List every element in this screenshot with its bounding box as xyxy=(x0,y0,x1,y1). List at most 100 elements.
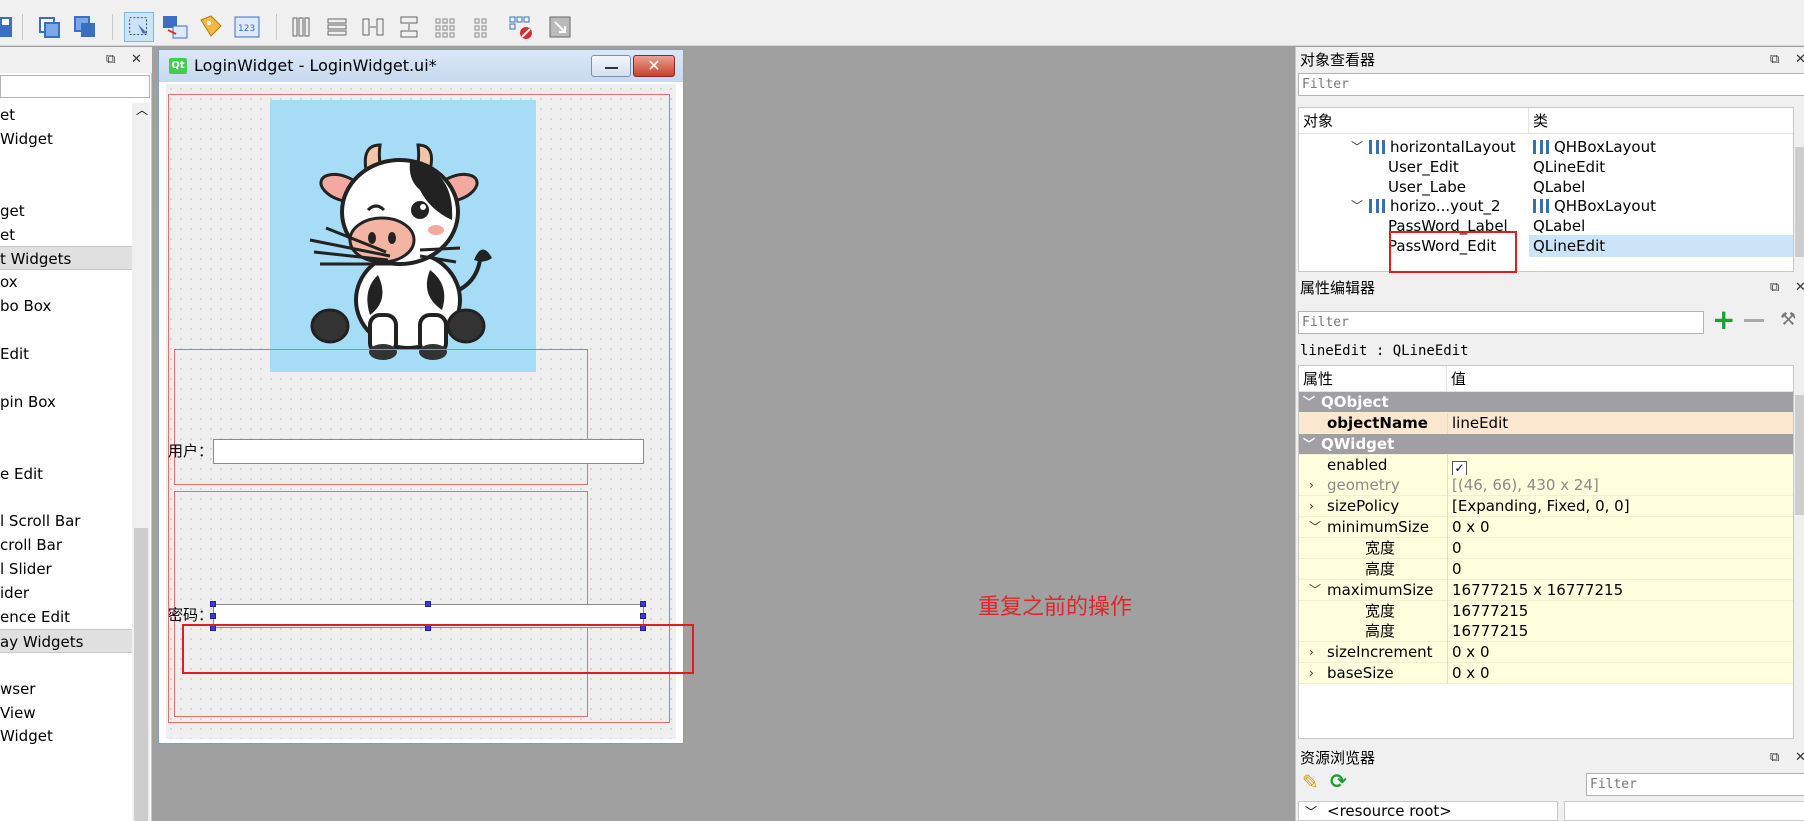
chevron-right-icon[interactable]: › xyxy=(1309,642,1314,663)
property-row[interactable]: › geometry [(46, 66), 430 x 24] xyxy=(1299,475,1793,497)
widget-list-item[interactable]: Widget xyxy=(0,724,132,748)
edit-buddies-icon[interactable] xyxy=(196,12,226,42)
layout-vertical-icon[interactable] xyxy=(322,12,352,42)
widget-list-item[interactable]: View xyxy=(0,701,132,725)
dock-close-icon[interactable]: ✕ xyxy=(1795,751,1804,765)
layout-horizontal-icon[interactable] xyxy=(286,12,316,42)
widget-list-item[interactable]: ox xyxy=(0,270,132,294)
property-group-row[interactable]: ﹀ QObject xyxy=(1299,392,1793,413)
resize-handle[interactable] xyxy=(210,601,216,607)
object-tree-row[interactable]: User_Edit QLineEdit xyxy=(1299,156,1793,178)
widget-category-header[interactable]: ay Widgets xyxy=(0,628,132,653)
scrollbar-thumb[interactable] xyxy=(134,528,148,821)
property-table-scrollbar[interactable] xyxy=(1794,365,1804,739)
object-tree-row[interactable]: User_Labe QLabel xyxy=(1299,176,1793,198)
widget-list-item[interactable]: et xyxy=(0,223,132,247)
widget-list-item[interactable] xyxy=(0,318,132,342)
enabled-checkbox[interactable]: ✓ xyxy=(1447,454,1793,476)
dock-close-icon[interactable]: ✕ xyxy=(1795,53,1804,67)
scrollbar-thumb[interactable] xyxy=(1795,395,1804,515)
cow-image[interactable] xyxy=(270,100,536,372)
widget-list-item[interactable] xyxy=(0,414,132,438)
property-value[interactable]: lineEdit xyxy=(1447,412,1793,434)
resize-handle[interactable] xyxy=(640,601,646,607)
widget-list-item[interactable] xyxy=(0,366,132,390)
chevron-down-icon[interactable]: ﹀ xyxy=(1309,517,1321,538)
property-row[interactable]: enabled ✓ xyxy=(1299,454,1793,476)
edit-widgets-icon[interactable] xyxy=(124,12,154,42)
dock-close-icon[interactable]: ✕ xyxy=(131,53,142,67)
chevron-right-icon[interactable]: › xyxy=(1309,663,1314,684)
chevron-down-icon[interactable]: ﹀ xyxy=(1303,392,1315,413)
resize-handle[interactable] xyxy=(640,613,646,619)
chevron-down-icon[interactable]: ﹀ xyxy=(1305,803,1317,820)
widget-list-item[interactable] xyxy=(0,151,132,175)
form-titlebar[interactable]: Qt LoginWidget - LoginWidget.ui* ✕ xyxy=(159,50,683,82)
widget-list-item[interactable]: Edit xyxy=(0,342,132,366)
widget-list-item[interactable]: bo Box xyxy=(0,294,132,318)
chevron-down-icon[interactable]: ﹀ xyxy=(1351,136,1363,158)
property-row[interactable]: › baseSize 0 x 0 xyxy=(1299,663,1793,685)
minimize-button[interactable] xyxy=(591,55,631,77)
dock-float-icon[interactable]: ⧉ xyxy=(106,53,115,67)
widget-list-item[interactable]: e Edit xyxy=(0,462,132,486)
resource-filter-input[interactable]: Filter xyxy=(1586,773,1804,796)
chevron-right-icon[interactable]: › xyxy=(1309,496,1314,517)
property-row[interactable]: › sizePolicy [Expanding, Fixed, 0, 0] xyxy=(1299,496,1793,518)
object-tree-row[interactable]: ﹀ horizontalLayout QHBoxLayout xyxy=(1299,136,1793,158)
property-row[interactable]: 宽度 0 xyxy=(1299,537,1793,559)
property-row[interactable]: 宽度 16777215 xyxy=(1299,600,1793,622)
property-column-header[interactable]: 属性 xyxy=(1299,366,1447,392)
add-property-icon[interactable]: + xyxy=(1712,305,1735,335)
chevron-down-icon[interactable]: ﹀ xyxy=(1351,195,1363,217)
widget-box-filter-input[interactable] xyxy=(0,75,150,98)
check-icon[interactable]: ✓ xyxy=(1452,460,1467,476)
widget-list-item[interactable]: ence Edit xyxy=(0,605,132,629)
widget-list-item[interactable]: l Slider xyxy=(0,557,132,581)
resize-handle[interactable] xyxy=(425,601,431,607)
property-value[interactable]: 16777215 xyxy=(1447,600,1793,622)
property-row[interactable]: objectName lineEdit xyxy=(1299,412,1793,434)
property-value[interactable]: 0 x 0 xyxy=(1447,517,1793,539)
layout-splitter-horizontal-icon[interactable] xyxy=(358,12,388,42)
property-row[interactable]: 高度 16777215 xyxy=(1299,621,1793,643)
remove-property-icon[interactable] xyxy=(1744,319,1764,322)
dock-close-icon[interactable]: ✕ xyxy=(1795,281,1804,295)
property-filter-input[interactable]: Filter xyxy=(1298,311,1704,334)
resource-root-item[interactable]: <resource root> xyxy=(1327,802,1452,820)
edit-tab-order-icon[interactable]: 123 xyxy=(232,12,262,42)
property-value[interactable]: 0 xyxy=(1447,558,1793,580)
configure-wrench-icon[interactable]: ⚒ xyxy=(1780,309,1796,330)
layout-form-icon[interactable] xyxy=(466,12,496,42)
widget-list-item[interactable]: pin Box xyxy=(0,390,132,414)
layout-grid-icon[interactable] xyxy=(430,12,460,42)
chevron-down-icon[interactable]: ﹀ xyxy=(1303,434,1315,455)
widget-list-item[interactable]: Widget xyxy=(0,127,132,151)
close-button[interactable]: ✕ xyxy=(633,55,675,77)
object-tree-row[interactable]: PassWord_Edit QLineEdit xyxy=(1299,235,1793,257)
property-value[interactable]: [(46, 66), 430 x 24] xyxy=(1447,475,1793,497)
property-value[interactable]: 16777215 xyxy=(1447,621,1793,643)
property-row[interactable]: › sizeIncrement 0 x 0 xyxy=(1299,642,1793,664)
widget-list-item[interactable] xyxy=(0,175,132,199)
resource-tree[interactable]: ﹀ <resource root> xyxy=(1298,801,1558,821)
adjust-size-icon[interactable] xyxy=(545,12,575,42)
user-line-edit[interactable] xyxy=(213,439,644,464)
resize-handle[interactable] xyxy=(210,613,216,619)
resource-view[interactable] xyxy=(1564,801,1804,821)
widget-list-item[interactable]: wser xyxy=(0,677,132,701)
widget-list-item[interactable]: et xyxy=(0,103,132,127)
property-row[interactable]: 高度 0 xyxy=(1299,558,1793,580)
object-tree-row[interactable]: PassWord_Label QLabel xyxy=(1299,215,1793,237)
paste-icon[interactable] xyxy=(70,12,100,42)
edit-resources-icon[interactable]: ✎ xyxy=(1302,771,1319,793)
save-icon[interactable] xyxy=(0,12,14,42)
dock-float-icon[interactable]: ⧉ xyxy=(1770,281,1779,295)
property-row[interactable]: ﹀ maximumSize 16777215 x 16777215 xyxy=(1299,579,1793,601)
property-value[interactable]: 0 x 0 xyxy=(1447,663,1793,685)
layout-splitter-vertical-icon[interactable] xyxy=(394,12,424,42)
property-group-row[interactable]: ﹀ QWidget xyxy=(1299,433,1793,455)
widget-list-item[interactable] xyxy=(0,485,132,509)
widget-list-item[interactable] xyxy=(0,653,132,677)
widget-list-item[interactable]: get xyxy=(0,199,132,223)
